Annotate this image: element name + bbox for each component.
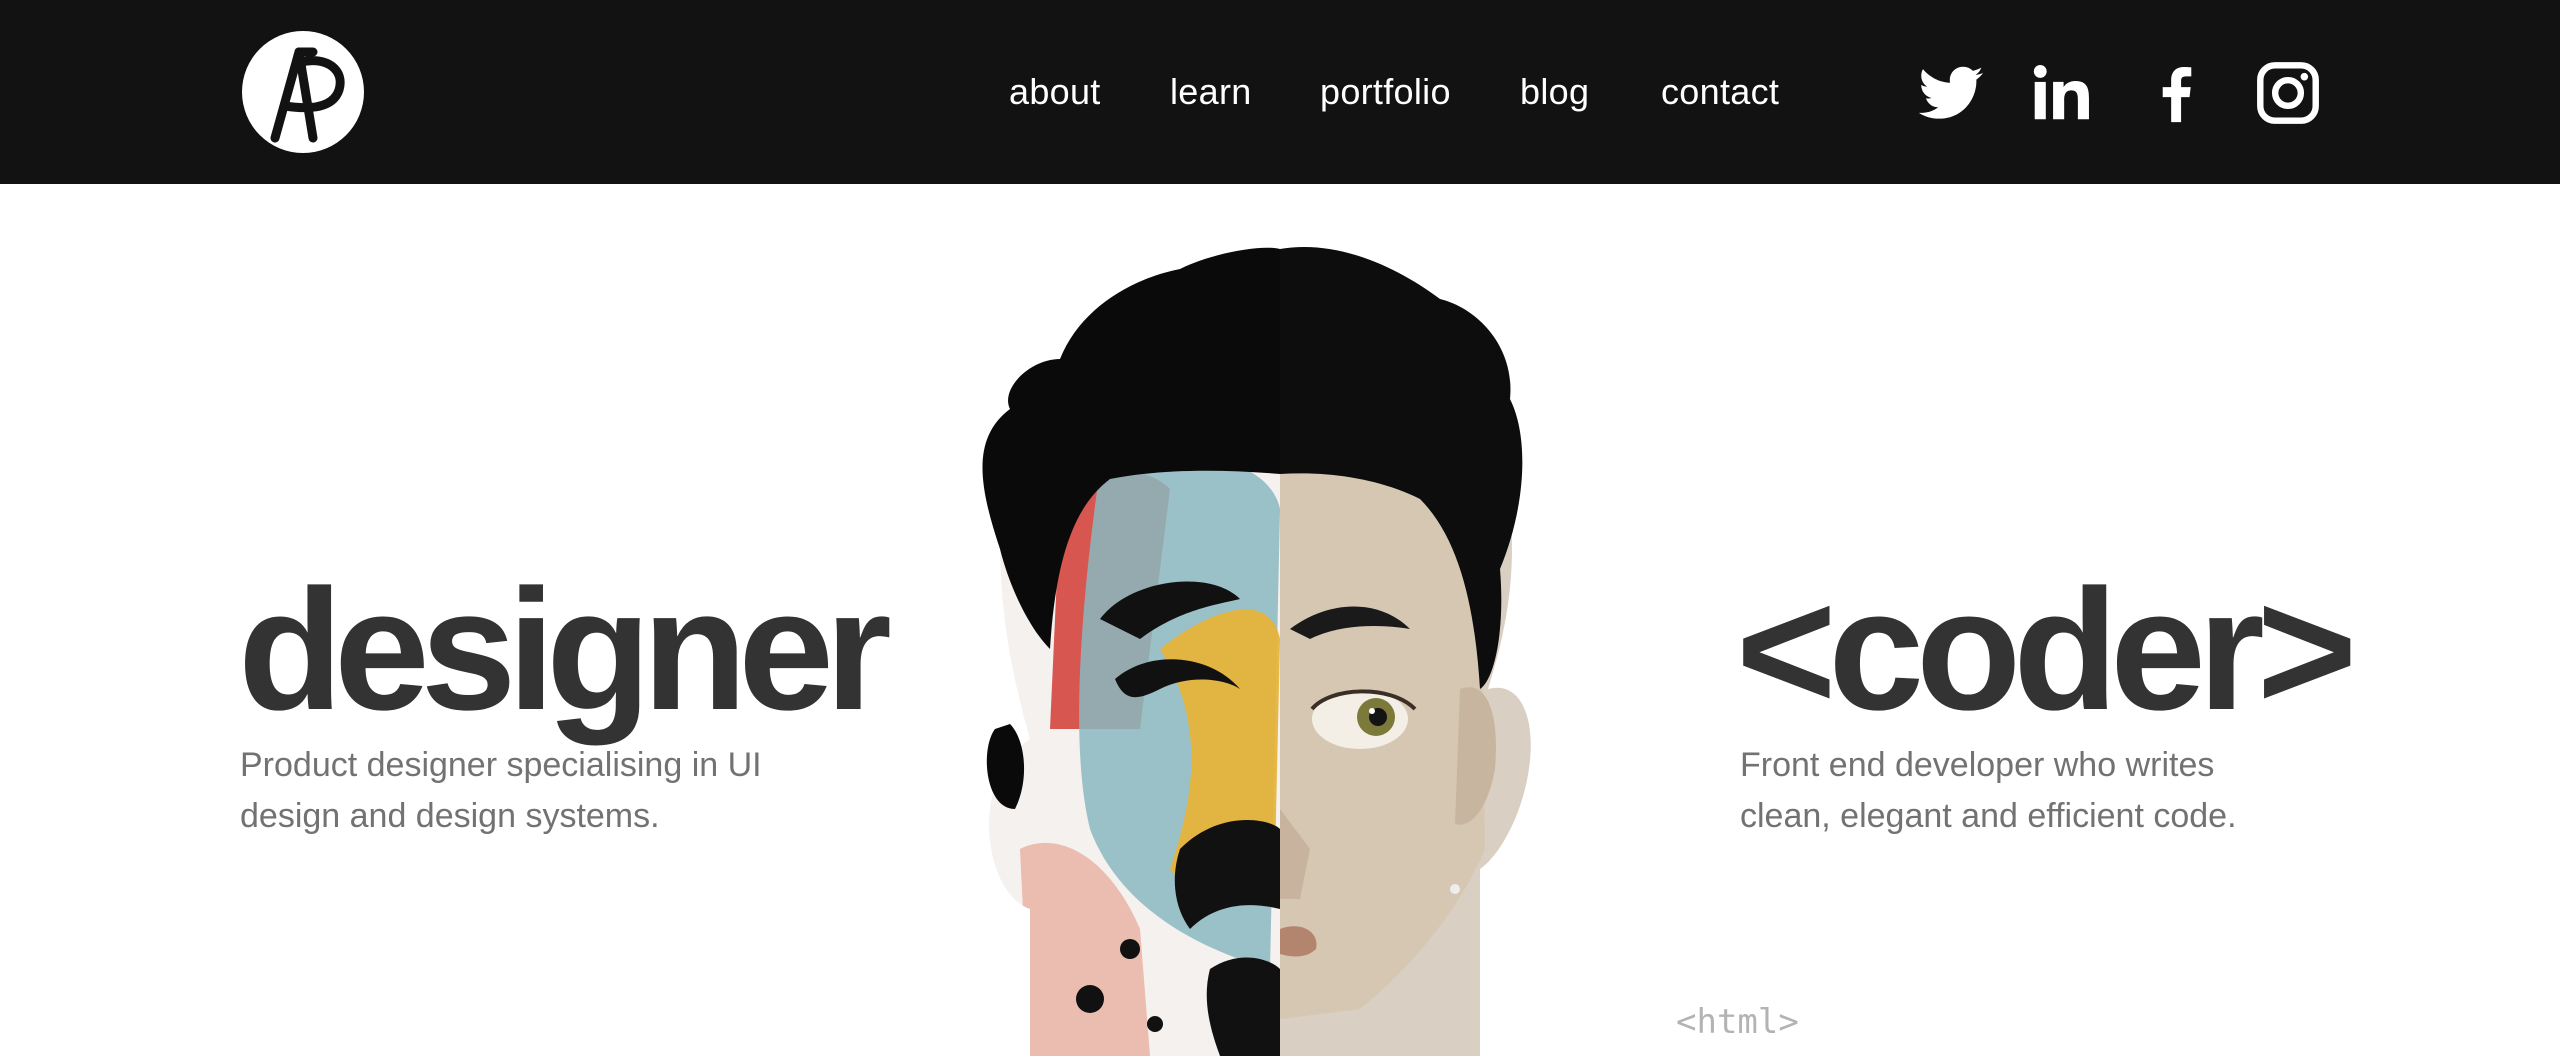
facebook-link[interactable] [2142, 58, 2212, 128]
linkedin-link[interactable] [2028, 58, 2098, 128]
instagram-icon [2257, 62, 2319, 124]
designer-description-line-1: Product designer specialising in UI [240, 746, 762, 784]
designer-description-line-2: design and design systems. [240, 797, 660, 835]
coder-description-line-2: clean, elegant and efficient code. [1740, 797, 2237, 835]
html-tag-decoration: <html> [1676, 1002, 1799, 1042]
twitter-icon [1918, 66, 1984, 119]
coder-description-line-1: Front end developer who writes [1740, 746, 2215, 784]
coder-description: Front end developer who writes clean, el… [1740, 740, 2340, 842]
coder-heading: <coder> [1736, 554, 2357, 746]
designer-description: Product designer specialising in UI desi… [240, 740, 840, 842]
nav-link-portfolio[interactable]: portfolio [1320, 62, 1451, 122]
site-header: about learn portfolio blog contact [0, 0, 2560, 184]
split-face-illustration [982, 247, 1531, 1056]
hero-section: designer Product designer specialising i… [0, 184, 2560, 1056]
nav-link-learn[interactable]: learn [1170, 62, 1252, 122]
twitter-link[interactable] [1916, 58, 1986, 128]
designer-coder-portrait [940, 209, 1580, 1056]
ap-logo-icon [242, 31, 364, 153]
nav-link-about[interactable]: about [1009, 62, 1101, 122]
nav-link-contact[interactable]: contact [1661, 62, 1779, 122]
logo-home-link[interactable] [241, 30, 365, 154]
instagram-link[interactable] [2253, 58, 2323, 128]
facebook-icon [2162, 67, 2192, 123]
linkedin-icon [2033, 65, 2089, 120]
nav-link-blog[interactable]: blog [1520, 62, 1589, 122]
designer-heading: designer [238, 554, 892, 746]
